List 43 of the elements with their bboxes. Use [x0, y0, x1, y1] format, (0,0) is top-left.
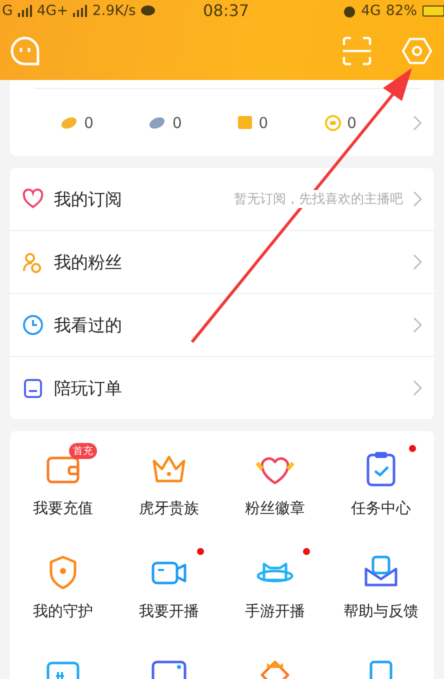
battery-icon	[422, 5, 444, 17]
menu-item[interactable]: 我看过的	[10, 294, 434, 357]
shortcut-label[interactable]: 任务中心	[351, 499, 411, 518]
battery-level: 82%	[386, 3, 417, 19]
shortcut-label[interactable]: 虎牙贵族	[139, 499, 199, 518]
signal-icon	[73, 5, 88, 17]
hint-text: 暂无订阅，先找喜欢的主播吧	[234, 190, 403, 208]
balance-value: 0	[172, 114, 182, 132]
chat-face-icon[interactable]	[10, 36, 40, 66]
shortcut-label[interactable]: 帮助与反馈	[344, 602, 418, 621]
clipboard-icon	[22, 377, 44, 399]
shortcut-label[interactable]: 我的守护	[33, 602, 93, 621]
network-label: 4G	[361, 3, 381, 19]
shortcut-label[interactable]: 手游开播	[245, 602, 305, 621]
coin-icon	[324, 114, 341, 130]
settings-icon[interactable]	[402, 36, 432, 66]
people-icon	[22, 251, 44, 273]
shortcut-label[interactable]: 我要充值	[33, 499, 93, 518]
chevron-right-icon	[413, 317, 422, 333]
signal-icon	[18, 5, 32, 17]
leaf-icon	[148, 116, 166, 130]
chat-bubble-icon	[140, 5, 155, 17]
balance-value: 0	[346, 114, 356, 132]
scan-icon[interactable]	[342, 36, 372, 66]
network-label: 4G+	[36, 3, 68, 19]
balance-value: 0	[84, 114, 94, 132]
heart-icon	[22, 188, 44, 210]
chevron-right-icon	[413, 191, 422, 207]
menu-item[interactable]: 我的粉丝	[10, 231, 434, 294]
network-speed: 2.9K/s	[92, 3, 136, 19]
shortcut-label[interactable]: 我要开播	[139, 602, 199, 621]
leaf-icon	[60, 116, 78, 130]
menu-item[interactable]: 我的订阅 暂无订阅，先找喜欢的主播吧	[10, 168, 434, 231]
menu-item[interactable]: 陪玩订单	[10, 357, 434, 419]
badge: 首充	[69, 443, 97, 459]
network-label: G	[2, 3, 13, 19]
chevron-right-icon	[413, 254, 422, 270]
clock-time: 08:37	[203, 1, 250, 20]
chevron-right-icon	[413, 380, 422, 396]
chevron-right-icon	[413, 114, 422, 130]
shortcut-label[interactable]: 粉丝徽章	[245, 499, 305, 518]
clock-icon	[22, 314, 44, 336]
balance-value: 0	[258, 114, 268, 132]
